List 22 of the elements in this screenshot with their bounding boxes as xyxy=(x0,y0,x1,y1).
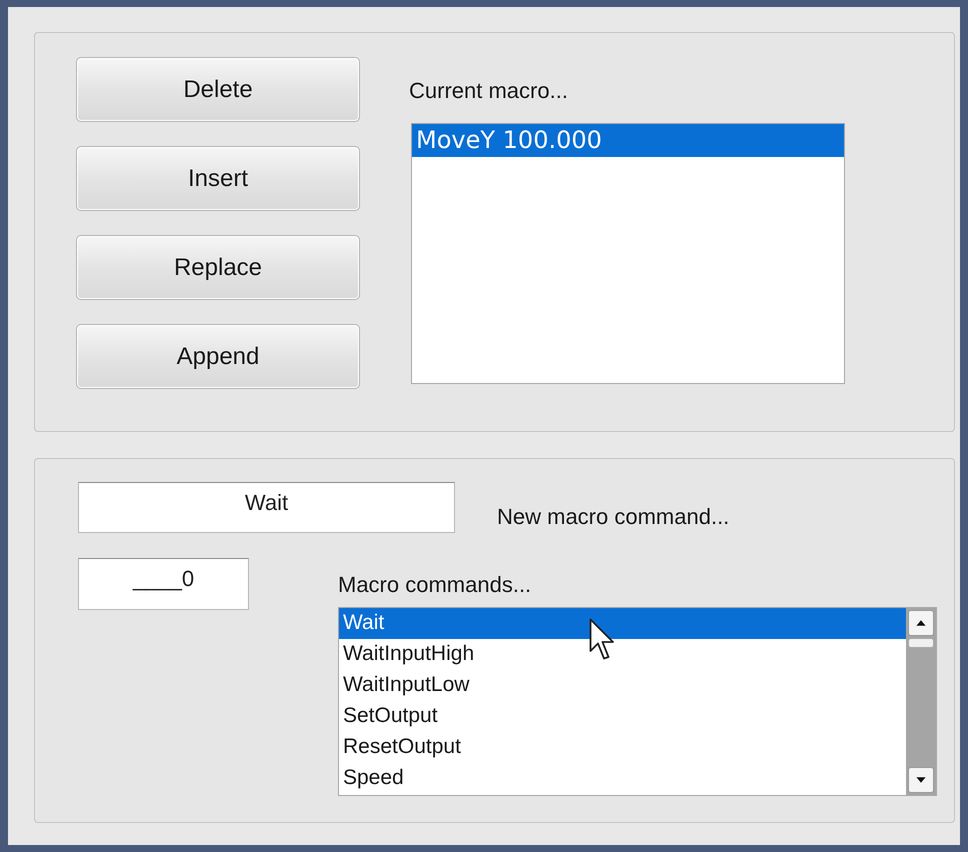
scroll-thumb[interactable] xyxy=(908,638,934,648)
macro-commands-list[interactable]: Wait WaitInputHigh WaitInputLow SetOutput ResetOutput Speed xyxy=(338,607,937,796)
list-item[interactable]: Wait xyxy=(339,608,906,639)
current-macro-list[interactable]: MoveY 100.000 xyxy=(411,123,845,384)
scroll-up-icon[interactable] xyxy=(908,610,934,636)
parameter-field[interactable]: ____0 xyxy=(78,558,249,610)
action-button[interactable]: Delete xyxy=(76,57,360,122)
list-label: Macro commands... xyxy=(338,572,532,598)
action-button[interactable]: Insert xyxy=(76,146,360,211)
list-item[interactable]: ResetOutput xyxy=(339,732,906,763)
scrollbar[interactable] xyxy=(906,608,936,795)
list-label: Current macro... xyxy=(409,78,569,104)
scroll-down-icon[interactable] xyxy=(908,767,934,793)
list-item[interactable]: MoveY 100.000 xyxy=(412,124,844,157)
list-item[interactable]: WaitInputHigh xyxy=(339,639,906,670)
field-label: New macro command... xyxy=(497,504,730,530)
action-button[interactable]: Append xyxy=(76,324,360,389)
command-field[interactable]: Wait xyxy=(78,482,455,533)
action-button[interactable]: Replace xyxy=(76,235,360,300)
list-item[interactable]: WaitInputLow xyxy=(339,670,906,701)
list-item[interactable]: SetOutput xyxy=(339,701,906,732)
list-item[interactable]: Speed xyxy=(339,763,906,794)
